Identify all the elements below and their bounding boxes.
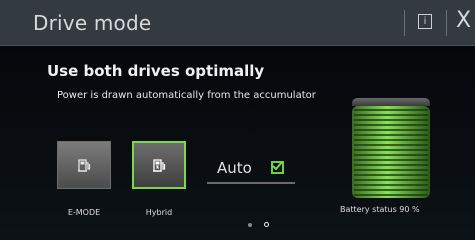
hybrid-label: Hybrid	[145, 208, 173, 217]
page-title: Drive mode	[33, 11, 152, 35]
battery-graphic	[352, 98, 430, 198]
fuel-pump-plug-icon	[153, 159, 166, 172]
close-icon[interactable]: X	[456, 8, 475, 34]
e-mode-button[interactable]	[57, 141, 111, 189]
battery-percent: 90 %	[399, 205, 420, 214]
battery-status-label: Battery status	[340, 205, 397, 214]
page-dot[interactable]	[248, 223, 252, 227]
page-dot-active[interactable]	[264, 222, 269, 227]
mode-headline: Use both drives optimally	[47, 62, 265, 80]
battery-cap	[352, 98, 430, 106]
battery-status: Battery status 90 %	[340, 205, 420, 214]
auto-checkbox[interactable]	[271, 161, 284, 174]
header-divider	[446, 10, 447, 36]
header-divider	[404, 10, 405, 36]
auto-label: Auto	[217, 159, 252, 177]
mode-description: Power is drawn automatically from the ac…	[57, 90, 316, 101]
hybrid-button[interactable]	[132, 141, 186, 189]
info-icon[interactable]: i	[418, 14, 432, 29]
auto-underline	[207, 182, 295, 184]
e-mode-label: E-MODE	[67, 208, 101, 217]
checkmark-icon	[272, 161, 283, 171]
fuel-pump-icon	[78, 159, 91, 172]
header-bar: Drive mode i X	[0, 0, 475, 46]
